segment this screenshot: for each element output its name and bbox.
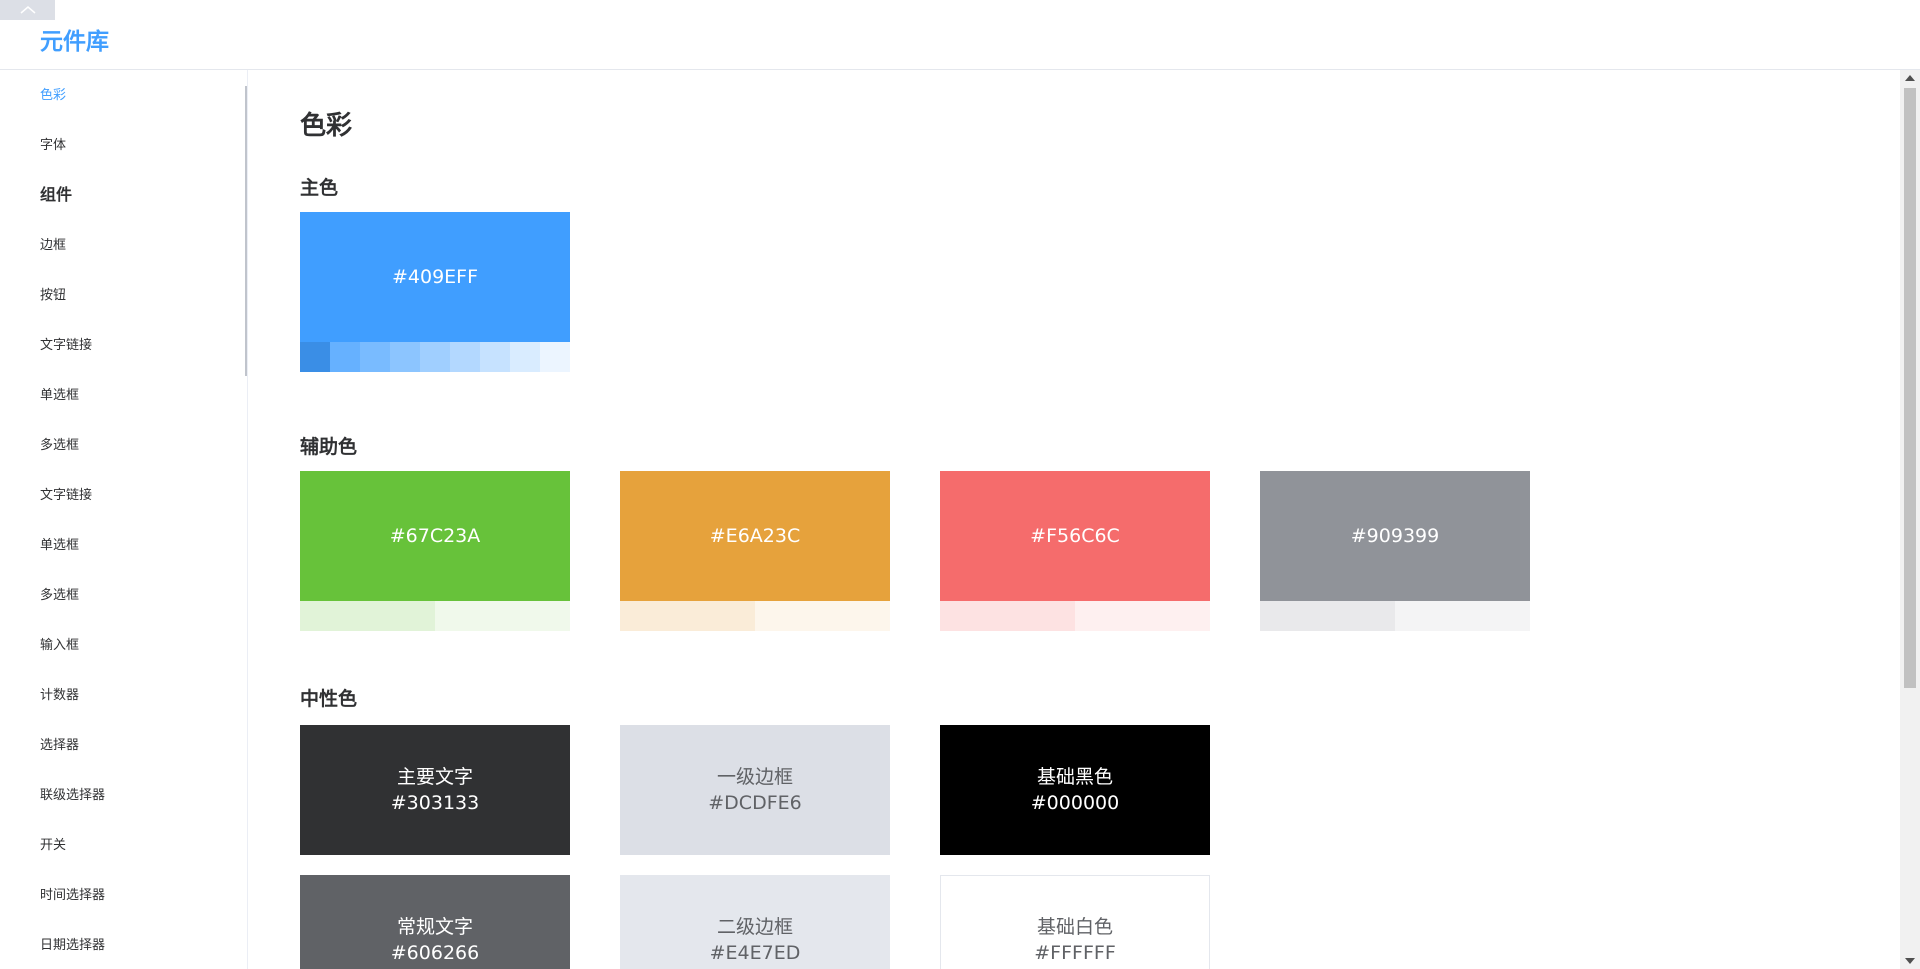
sidebar-item-input[interactable]: 输入框 bbox=[40, 636, 79, 656]
sidebar-item-colors[interactable]: 色彩 bbox=[40, 86, 66, 106]
sidebar-item-date-picker[interactable]: 日期选择器 bbox=[40, 936, 105, 956]
color-swatch: 基础黑色 #000000 bbox=[940, 725, 1210, 855]
color-swatch: #E6A23C bbox=[620, 471, 890, 601]
sidebar-item-counter[interactable]: 计数器 bbox=[40, 686, 79, 706]
sidebar-item-select[interactable]: 选择器 bbox=[40, 736, 79, 756]
color-swatch: 一级边框 #DCDFE6 bbox=[620, 725, 890, 855]
page-scrollbar[interactable] bbox=[1900, 70, 1920, 969]
color-swatch: 主要文字 #303133 bbox=[300, 725, 570, 855]
sidebar-item-checkbox[interactable]: 多选框 bbox=[40, 436, 79, 456]
neutral-section-title: 中性色 bbox=[300, 688, 358, 710]
color-name: 二级边框 bbox=[716, 916, 793, 938]
color-shade bbox=[330, 342, 360, 372]
color-shade bbox=[1395, 601, 1530, 631]
neutral-color-card: 主要文字 #303133 bbox=[300, 725, 570, 855]
color-shades bbox=[1260, 601, 1530, 631]
sidebar-item-time-picker[interactable]: 时间选择器 bbox=[40, 886, 105, 906]
scroll-up-icon[interactable] bbox=[1905, 75, 1915, 81]
sidebar-item-radio-2[interactable]: 单选框 bbox=[40, 536, 79, 556]
color-swatch: 常规文字 #606266 bbox=[300, 875, 570, 969]
sidebar-item-checkbox-2[interactable]: 多选框 bbox=[40, 586, 79, 606]
brand-title[interactable]: 元件库 bbox=[40, 22, 109, 56]
color-name: 一级边框 bbox=[716, 766, 793, 788]
secondary-color-card: #F56C6C bbox=[940, 471, 1210, 631]
color-shades bbox=[300, 342, 570, 372]
color-shade bbox=[435, 601, 570, 631]
color-hex: #303133 bbox=[390, 792, 480, 814]
color-swatch: #67C23A bbox=[300, 471, 570, 601]
color-shade bbox=[360, 342, 390, 372]
top-header: 元件库 bbox=[0, 0, 1920, 70]
color-shades bbox=[300, 601, 570, 631]
color-shade bbox=[1075, 601, 1210, 631]
neutral-color-card: 基础黑色 #000000 bbox=[940, 725, 1210, 855]
color-hex: #409EFF bbox=[391, 266, 479, 288]
color-swatch: 基础白色 #FFFFFF bbox=[940, 875, 1210, 969]
page-title: 色彩 bbox=[300, 111, 353, 141]
color-shade bbox=[540, 342, 570, 372]
sidebar-item-button[interactable]: 按钮 bbox=[40, 286, 66, 306]
neutral-color-card: 常规文字 #606266 bbox=[300, 875, 570, 969]
collapse-toggle[interactable] bbox=[0, 0, 55, 20]
color-shade bbox=[755, 601, 890, 631]
secondary-color-card: #E6A23C bbox=[620, 471, 890, 631]
sidebar-item-switch[interactable]: 开关 bbox=[40, 836, 66, 856]
secondary-color-card: #909399 bbox=[1260, 471, 1530, 631]
scrollbar-thumb[interactable] bbox=[1904, 88, 1916, 688]
color-swatch: #909399 bbox=[1260, 471, 1530, 601]
color-swatch: #409EFF bbox=[300, 212, 570, 342]
color-shade bbox=[1260, 601, 1395, 631]
neutral-color-card: 一级边框 #DCDFE6 bbox=[620, 725, 890, 855]
sidebar-nav: 色彩 字体 组件 边框 按钮 文字链接 单选框 多选框 文字链接 单选框 多选框… bbox=[0, 70, 248, 969]
color-shade bbox=[300, 601, 435, 631]
color-swatch: 二级边框 #E4E7ED bbox=[620, 875, 890, 969]
sidebar-item-fonts[interactable]: 字体 bbox=[40, 136, 66, 156]
color-name: 常规文字 bbox=[396, 916, 473, 938]
color-shade bbox=[300, 342, 330, 372]
color-hex: #DCDFE6 bbox=[708, 792, 802, 814]
neutral-color-card: 基础白色 #FFFFFF bbox=[940, 875, 1210, 969]
color-hex: #E6A23C bbox=[709, 525, 801, 547]
color-hex: #909399 bbox=[1350, 525, 1440, 547]
sidebar-item-text-link[interactable]: 文字链接 bbox=[40, 336, 92, 356]
color-hex: #F56C6C bbox=[1030, 525, 1120, 547]
sidebar-item-cascader[interactable]: 联级选择器 bbox=[40, 786, 105, 806]
color-shade bbox=[940, 601, 1075, 631]
color-shade bbox=[620, 601, 755, 631]
color-hex: #67C23A bbox=[389, 525, 481, 547]
sidebar-item-border[interactable]: 边框 bbox=[40, 236, 66, 256]
sidebar-scrollbar[interactable] bbox=[245, 86, 247, 376]
color-hex: #606266 bbox=[390, 942, 480, 964]
sidebar-item-radio[interactable]: 单选框 bbox=[40, 386, 79, 406]
color-hex: #E4E7ED bbox=[709, 942, 801, 964]
primary-color-card: #409EFF bbox=[300, 212, 570, 372]
neutral-color-card: 二级边框 #E4E7ED bbox=[620, 875, 890, 969]
secondary-color-card: #67C23A bbox=[300, 471, 570, 631]
color-shade bbox=[390, 342, 420, 372]
secondary-section-title: 辅助色 bbox=[300, 436, 358, 458]
chevron-up-icon bbox=[20, 6, 35, 14]
color-name: 主要文字 bbox=[396, 766, 473, 788]
sidebar-group-components: 组件 bbox=[40, 185, 73, 204]
color-shades bbox=[620, 601, 890, 631]
scroll-down-icon[interactable] bbox=[1905, 958, 1915, 964]
color-hex: #000000 bbox=[1030, 792, 1120, 814]
color-shade bbox=[480, 342, 510, 372]
color-name: 基础黑色 bbox=[1036, 766, 1113, 788]
color-swatch: #F56C6C bbox=[940, 471, 1210, 601]
color-hex: #FFFFFF bbox=[1034, 942, 1116, 964]
color-name: 基础白色 bbox=[1036, 916, 1113, 938]
primary-section-title: 主色 bbox=[300, 177, 339, 199]
color-shades bbox=[940, 601, 1210, 631]
color-shade bbox=[420, 342, 450, 372]
main-content: 色彩 主色 #409EFF 辅助色 #67C23A #E6A23C #F56C6C #… bbox=[250, 70, 1900, 969]
color-shade bbox=[510, 342, 540, 372]
sidebar-item-text-link-2[interactable]: 文字链接 bbox=[40, 486, 92, 506]
color-shade bbox=[450, 342, 480, 372]
